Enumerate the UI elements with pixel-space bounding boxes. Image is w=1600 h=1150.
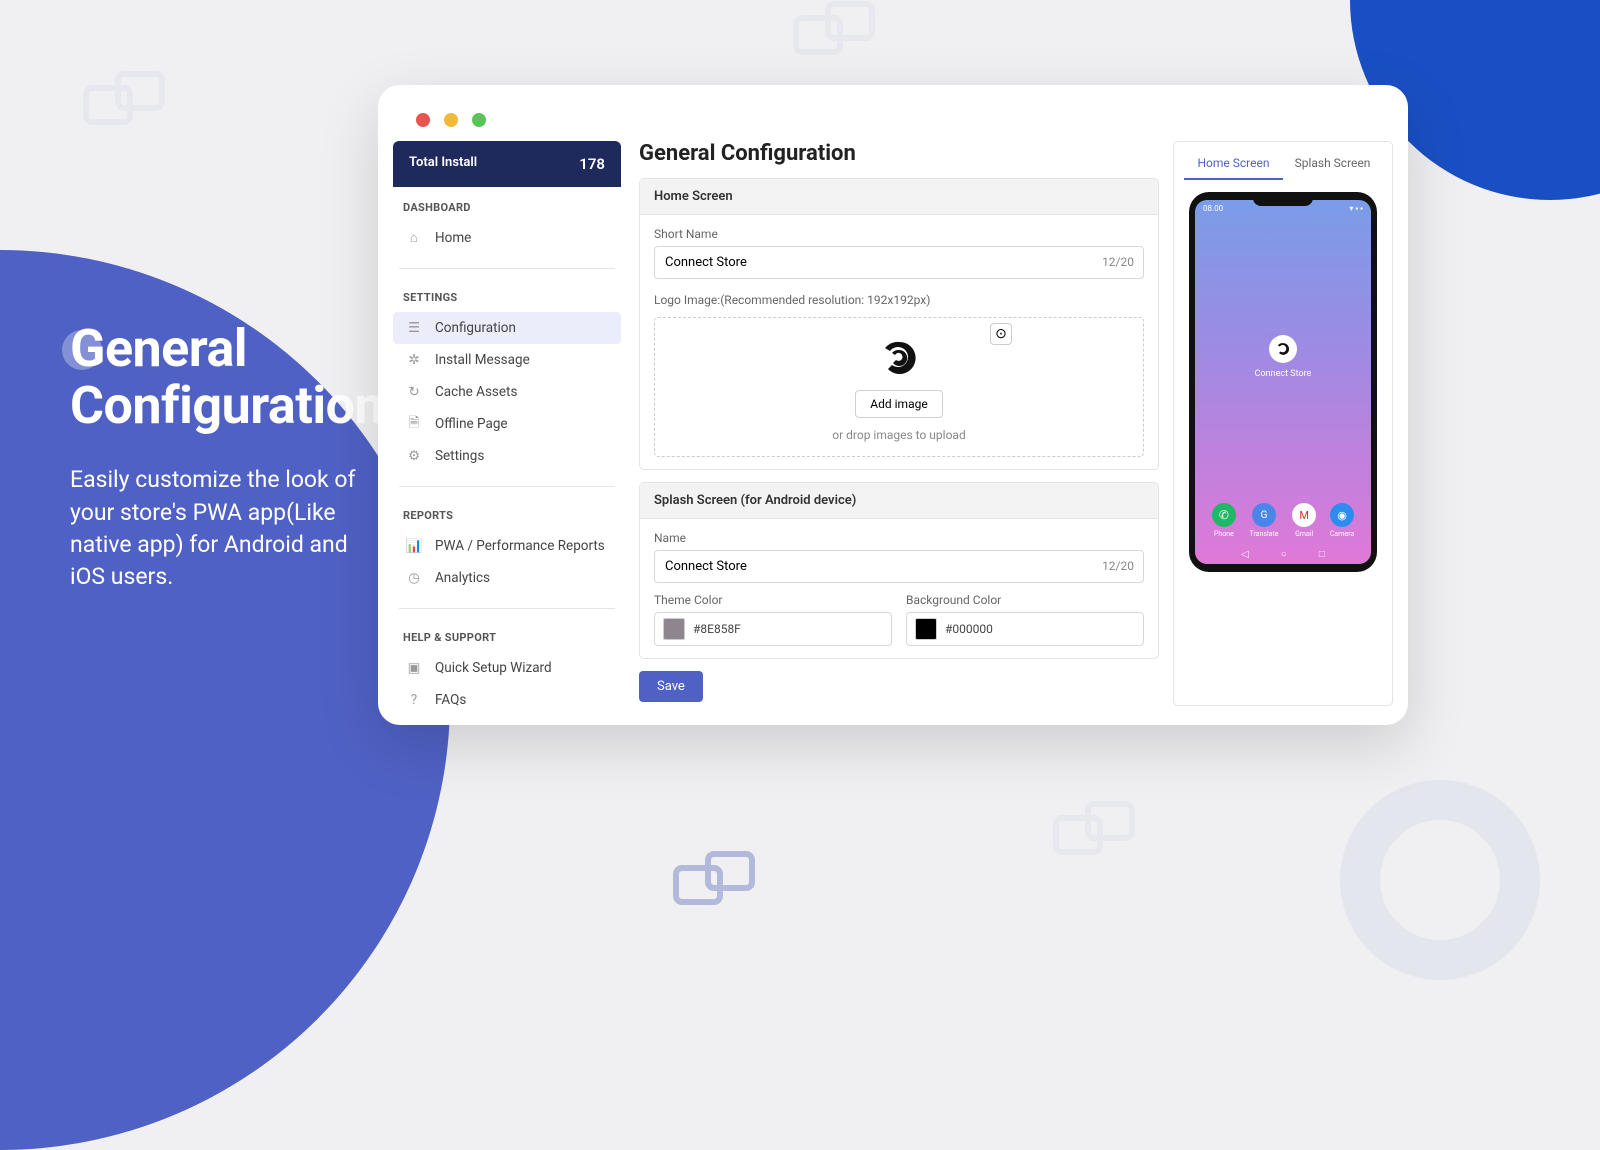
home-icon: ⌂ xyxy=(405,229,423,247)
panel-header: Home Screen xyxy=(640,179,1158,215)
sidebar-item-label: Home xyxy=(435,230,471,246)
drop-hint-text: or drop images to upload xyxy=(665,428,1133,442)
logo-preview-icon xyxy=(877,336,921,380)
maximize-icon[interactable] xyxy=(472,113,486,127)
sidebar-item-label: Quick Setup Wizard xyxy=(435,660,552,676)
sidebar-item-write-review[interactable]: ♥ Write a Review xyxy=(393,716,621,725)
preview-panel: Home Screen Splash Screen 08.00 ▾ ▪ ▪ xyxy=(1173,141,1393,706)
bg-link-icon xyxy=(670,850,760,910)
splash-name-label: Name xyxy=(654,531,1144,545)
tab-splash-screen[interactable]: Splash Screen xyxy=(1283,152,1382,180)
phone-app-name: Connect Store xyxy=(1195,369,1371,379)
dock-app-translate: GTranslate xyxy=(1250,503,1279,538)
phone-nav-bar: ◁ ○ □ xyxy=(1195,549,1371,560)
sidebar-item-quick-setup[interactable]: ▣ Quick Setup Wizard xyxy=(393,652,621,684)
sidebar-item-offline-page[interactable]: 🗎 Offline Page xyxy=(393,408,621,440)
dock-app-phone: ✆Phone xyxy=(1212,503,1236,538)
marketing-title: General Configuration xyxy=(70,320,383,434)
marketing-copy: General Configuration Easily customize t… xyxy=(70,320,383,593)
color-hex-value: #000000 xyxy=(945,622,993,636)
bg-link-icon xyxy=(1050,800,1140,860)
settings-icon: ⚙ xyxy=(405,447,423,465)
question-icon: ? xyxy=(405,691,423,709)
sidebar-item-label: Offline Page xyxy=(435,416,508,432)
dock-app-camera: ◉Camera xyxy=(1330,503,1354,538)
phone-time: 08.00 xyxy=(1203,204,1223,213)
phone-status-icons: ▾ ▪ ▪ xyxy=(1349,204,1363,213)
color-swatch xyxy=(915,618,937,640)
sidebar-item-configuration[interactable]: ☰ Configuration xyxy=(393,312,621,344)
sidebar-item-cache-assets[interactable]: ↻ Cache Assets xyxy=(393,376,621,408)
collapse-sidebar-button[interactable]: ⊙ xyxy=(990,323,1012,345)
dock-app-gmail: MGmail xyxy=(1292,503,1316,538)
page-title: General Configuration xyxy=(639,141,1159,166)
sidebar-item-label: Analytics xyxy=(435,570,490,586)
recent-icon: □ xyxy=(1319,549,1325,560)
config-icon: ☰ xyxy=(405,319,423,337)
sidebar-section-settings: SETTINGS xyxy=(393,291,621,312)
bg-color-input[interactable]: #000000 xyxy=(906,612,1144,646)
app-logo-icon xyxy=(1269,335,1297,363)
sidebar: Total Install 178 DASHBOARD ⌂ Home SETTI… xyxy=(393,141,621,706)
splash-name-input[interactable] xyxy=(654,550,1144,583)
total-install-label: Total Install xyxy=(409,155,477,173)
sidebar-item-faqs[interactable]: ? FAQs xyxy=(393,684,621,716)
sidebar-item-label: Configuration xyxy=(435,320,516,336)
sidebar-item-label: Cache Assets xyxy=(435,384,517,400)
refresh-icon: ↻ xyxy=(405,383,423,401)
sidebar-item-install-message[interactable]: ✲ Install Message xyxy=(393,344,621,376)
char-count: 12/20 xyxy=(1102,255,1134,269)
char-count: 12/20 xyxy=(1102,559,1134,573)
logo-image-label: Logo Image:(Recommended resolution: 192x… xyxy=(654,293,1144,307)
sidebar-item-settings[interactable]: ⚙ Settings xyxy=(393,440,621,472)
phone-dock: ✆Phone GTranslate MGmail ◉Camera xyxy=(1195,503,1371,538)
total-install-badge: Total Install 178 xyxy=(393,141,621,187)
marketing-subtitle: Easily customize the look of your store'… xyxy=(70,464,360,593)
panel-header: Splash Screen (for Android device) xyxy=(640,483,1158,519)
sidebar-item-label: Write a Review xyxy=(435,724,523,725)
minimize-icon[interactable] xyxy=(444,113,458,127)
sidebar-item-label: Settings xyxy=(435,448,484,464)
analytics-icon: ◷ xyxy=(405,569,423,587)
app-window: ⊙ Total Install 178 DASHBOARD ⌂ Home SET… xyxy=(378,85,1408,725)
doc-icon: 🗎 xyxy=(405,415,423,433)
sidebar-item-label: PWA / Performance Reports xyxy=(435,538,605,554)
splash-screen-panel: Splash Screen (for Android device) Name … xyxy=(639,482,1159,659)
sidebar-section-help: HELP & SUPPORT xyxy=(393,631,621,652)
close-icon[interactable] xyxy=(416,113,430,127)
color-hex-value: #8E858F xyxy=(693,622,741,636)
color-swatch xyxy=(663,618,685,640)
logo-upload-zone[interactable]: Add image or drop images to upload xyxy=(654,317,1144,457)
short-name-input[interactable] xyxy=(654,246,1144,279)
total-install-count: 178 xyxy=(579,155,605,173)
heart-icon: ♥ xyxy=(405,723,423,725)
sidebar-item-home[interactable]: ⌂ Home xyxy=(393,222,621,254)
tab-home-screen[interactable]: Home Screen xyxy=(1184,152,1283,180)
home-screen-panel: Home Screen Short Name 12/20 Logo Image:… xyxy=(639,178,1159,470)
back-icon: ◁ xyxy=(1241,549,1249,560)
home-nav-icon: ○ xyxy=(1281,549,1287,560)
save-button[interactable]: Save xyxy=(639,671,703,702)
short-name-label: Short Name xyxy=(654,227,1144,241)
theme-color-input[interactable]: #8E858F xyxy=(654,612,892,646)
bg-color-label: Background Color xyxy=(906,593,1144,607)
sidebar-item-analytics[interactable]: ◷ Analytics xyxy=(393,562,621,594)
sidebar-item-pwa-reports[interactable]: 📊 PWA / Performance Reports xyxy=(393,530,621,562)
sidebar-section-reports: REPORTS xyxy=(393,509,621,530)
wizard-icon: ▣ xyxy=(405,659,423,677)
bg-link-icon xyxy=(790,0,880,60)
phone-mockup: 08.00 ▾ ▪ ▪ Connect Store ✆Phone GTransl… xyxy=(1189,192,1377,572)
sidebar-item-label: Install Message xyxy=(435,352,530,368)
gear-icon: ✲ xyxy=(405,351,423,369)
sidebar-section-dashboard: DASHBOARD xyxy=(393,201,621,222)
chart-icon: 📊 xyxy=(405,537,423,555)
add-image-button[interactable]: Add image xyxy=(855,390,942,418)
window-controls xyxy=(378,85,1408,141)
sidebar-item-label: FAQs xyxy=(435,692,466,708)
bg-link-icon xyxy=(80,70,170,130)
theme-color-label: Theme Color xyxy=(654,593,892,607)
